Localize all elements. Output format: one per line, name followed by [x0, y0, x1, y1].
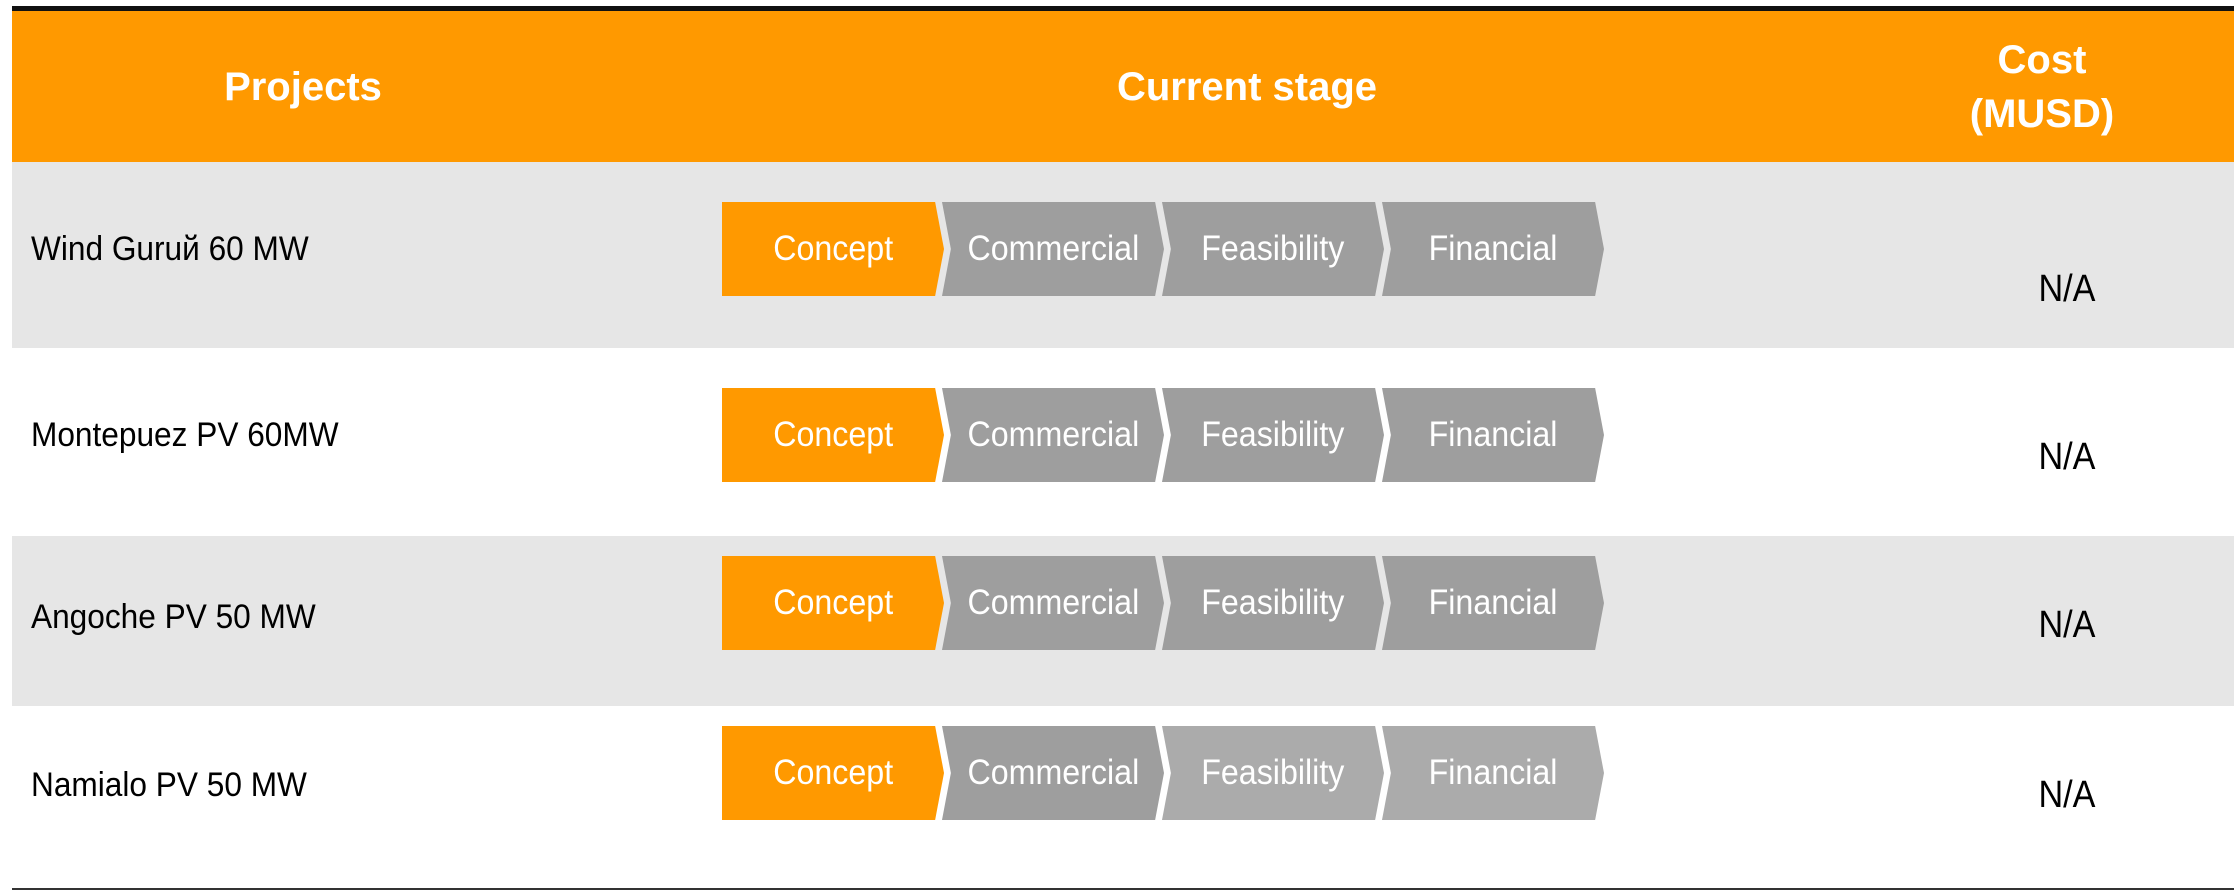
header-projects: Projects	[224, 64, 382, 109]
stage-feasibility: Feasibility	[1162, 202, 1384, 296]
table-row: Montepuez PV 60MW Concept Commercial Fea…	[12, 348, 2234, 536]
table-row: Namialo PV 50 MW Concept Commercial Feas…	[12, 706, 2234, 886]
stage-financial: Financial	[1382, 202, 1604, 296]
table-row: Angoche PV 50 MW Concept Commercial Feas…	[12, 536, 2234, 706]
cost-value: N/A	[2038, 774, 2096, 816]
stage-concept: Concept	[722, 556, 944, 650]
header-cost: Cost (MUSD)	[1969, 37, 2115, 136]
stage-concept: Concept	[722, 726, 944, 820]
stage-commercial: Commercial	[942, 726, 1164, 820]
stage-feasibility: Feasibility	[1162, 726, 1384, 820]
cost-value: N/A	[2038, 436, 2096, 478]
table-bottom-border	[12, 888, 2234, 890]
stage-commercial: Commercial	[942, 202, 1164, 296]
stage-commercial: Commercial	[942, 388, 1164, 482]
stage-concept: Concept	[722, 202, 944, 296]
project-name: Namialo PV 50 MW	[31, 766, 307, 804]
header-current-stage: Current stage	[1116, 64, 1378, 109]
stage-financial: Financial	[1382, 726, 1604, 820]
stage-feasibility: Feasibility	[1162, 556, 1384, 650]
table-header: Projects Current stage Cost (MUSD)	[12, 6, 2234, 162]
cost-value: N/A	[2038, 268, 2096, 310]
stage-financial: Financial	[1382, 556, 1604, 650]
cost-value: N/A	[2038, 604, 2096, 646]
stage-financial: Financial	[1382, 388, 1604, 482]
stage-commercial: Commercial	[942, 556, 1164, 650]
projects-table: Projects Current stage Cost (MUSD) Wind …	[12, 6, 2234, 886]
project-name: Wind Guruй 60 MW	[31, 230, 309, 268]
project-name: Angoche PV 50 MW	[31, 598, 316, 636]
project-name: Montepuez PV 60MW	[31, 416, 339, 454]
table-row: Wind Guruй 60 MW Concept Commercial Feas…	[12, 162, 2234, 348]
stage-feasibility: Feasibility	[1162, 388, 1384, 482]
stage-concept: Concept	[722, 388, 944, 482]
